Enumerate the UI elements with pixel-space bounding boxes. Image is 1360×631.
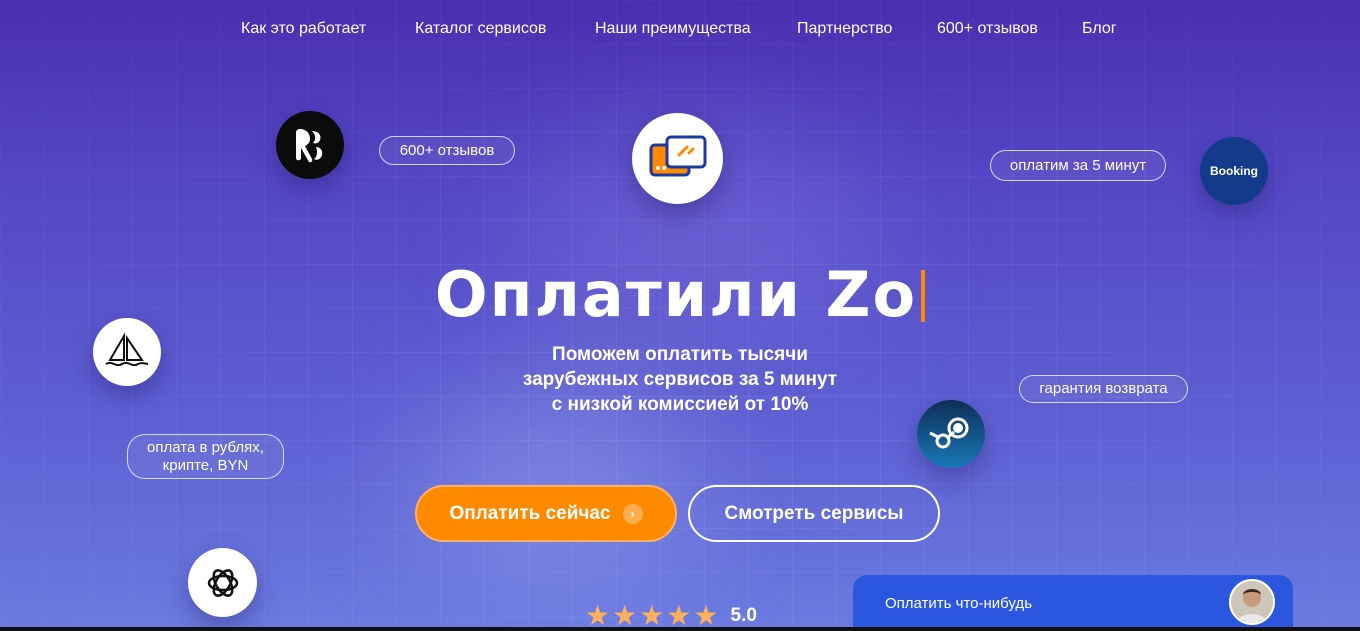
nav-partnership[interactable]: Партнерство	[797, 20, 892, 38]
nav-how-it-works[interactable]: Как это работает	[241, 20, 366, 38]
booking-icon: Booking	[1200, 137, 1268, 205]
hero-subtitle-line: Поможем оплатить тысячи	[552, 344, 808, 365]
currency-pill: оплата в рублях, крипте, BYN	[127, 434, 284, 479]
pay-now-label: Оплатить сейчас	[449, 502, 611, 524]
openai-icon	[188, 548, 257, 617]
refund-pill: гарантия возврата	[1019, 375, 1188, 403]
typing-caret	[921, 270, 926, 322]
avatar	[1229, 579, 1275, 625]
nav-reviews[interactable]: 600+ отзывов	[937, 20, 1038, 38]
chat-label: Оплатить что-нибудь	[885, 594, 1033, 612]
chevron-right-icon: ›	[622, 503, 643, 524]
hero-subtitle: Поможем оплатить тысячи зарубежных серви…	[480, 342, 880, 417]
hero-title-text: Оплатили Zo	[434, 258, 918, 331]
nav-catalog[interactable]: Каталог сервисов	[415, 20, 546, 38]
view-services-label: Смотреть сервисы	[724, 502, 904, 524]
top-nav: Как это работает Каталог сервисов Наши п…	[0, 20, 1360, 44]
booking-label: Booking	[1210, 164, 1258, 178]
hero-subtitle-line: с низкой комиссией от 10%	[551, 394, 809, 415]
pay-5-min-pill: оплатим за 5 минут	[990, 150, 1166, 181]
nav-blog[interactable]: Блог	[1082, 20, 1117, 38]
steam-icon	[917, 400, 985, 468]
klarna-icon	[276, 111, 344, 179]
currency-pill-line: оплата в рублях,	[147, 438, 264, 456]
pay-now-button[interactable]: Оплатить сейчас ›	[415, 485, 677, 542]
rating-value: 5.0	[730, 604, 757, 626]
nav-advantages[interactable]: Наши преимущества	[595, 20, 751, 38]
hero-subtitle-line: зарубежных сервисов за 5 минут	[522, 369, 838, 390]
hero-title: Оплатили Zo	[0, 258, 1360, 331]
divider	[0, 627, 1360, 631]
card-logo-icon	[632, 113, 723, 204]
view-services-button[interactable]: Смотреть сервисы	[688, 485, 940, 542]
currency-pill-line: крипте, BYN	[162, 456, 249, 474]
chat-widget[interactable]: Оплатить что-нибудь	[853, 575, 1293, 631]
reviews-pill: 600+ отзывов	[379, 136, 515, 165]
